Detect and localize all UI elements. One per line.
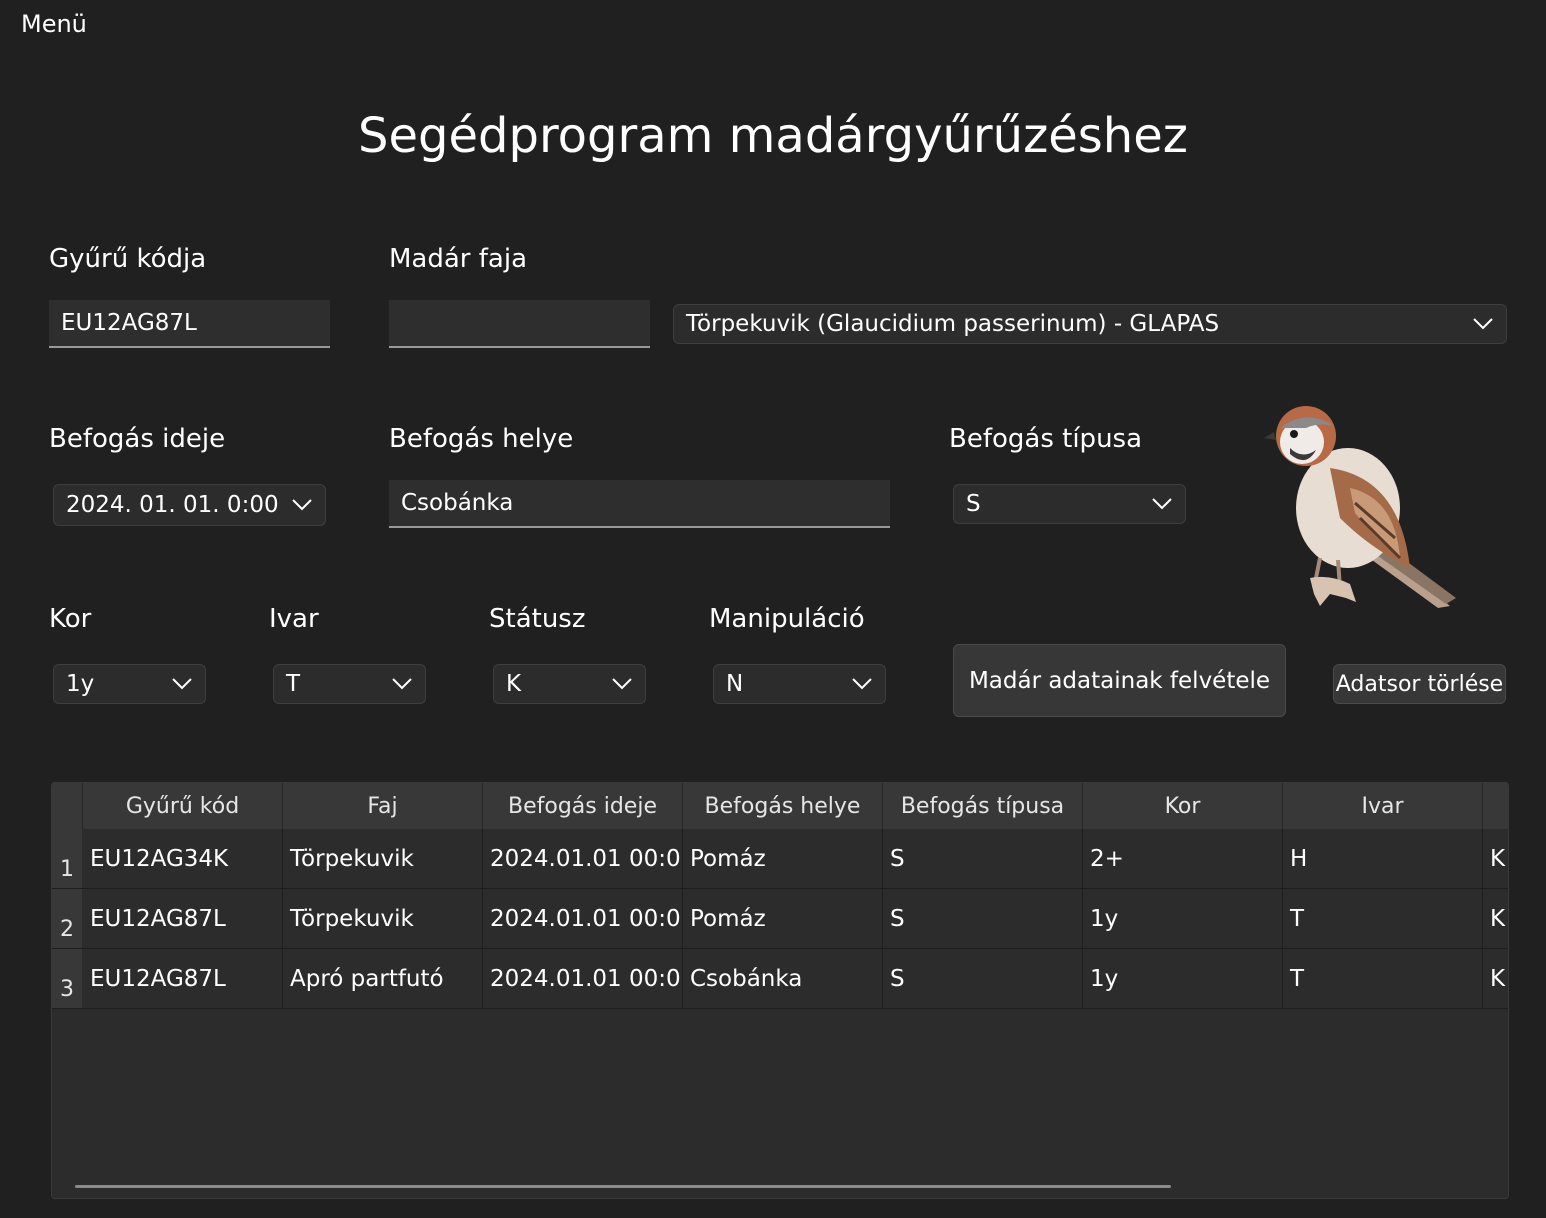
table-cell[interactable]: Apró partfutó [283, 949, 483, 1008]
table-cell[interactable]: Csobánka [683, 949, 883, 1008]
species-label: Madár faja [389, 244, 527, 274]
age-value: 1y [66, 671, 95, 697]
table-cell[interactable]: Pomáz [683, 829, 883, 888]
manipulation-dropdown[interactable]: N [713, 664, 886, 704]
app-title: Segédprogram madárgyűrűzéshez [358, 108, 1188, 164]
table-cell[interactable]: 2024.01.01 00:00 [483, 889, 683, 948]
manipulation-label: Manipuláció [709, 604, 865, 634]
row-number[interactable]: 1 [52, 829, 82, 888]
table-cell[interactable]: K [1483, 829, 1508, 888]
sex-label: Ivar [269, 604, 319, 634]
table-cell[interactable]: EU12AG87L [83, 889, 283, 948]
age-dropdown[interactable]: 1y [53, 664, 206, 704]
status-label: Státusz [489, 604, 586, 634]
status-dropdown[interactable]: K [493, 664, 646, 704]
table-cell[interactable]: K [1483, 889, 1508, 948]
species-search-input[interactable] [389, 300, 650, 348]
capture-type-dropdown[interactable]: S [953, 484, 1186, 524]
capture-place-label: Befogás helye [389, 424, 574, 454]
table-cell[interactable]: K [1483, 949, 1508, 1008]
add-bird-button[interactable]: Madár adatainak felvétele [953, 644, 1286, 717]
column-header[interactable]: Befogás típusa [883, 783, 1083, 829]
table-row[interactable]: 2 EU12AG87L Törpekuvik 2024.01.01 00:00 … [52, 889, 1508, 949]
table-cell[interactable]: 2024.01.01 00:00 [483, 949, 683, 1008]
table-cell[interactable]: EU12AG34K [83, 829, 283, 888]
chevron-down-icon [1151, 493, 1173, 515]
chevron-down-icon [391, 673, 413, 695]
table-cell[interactable]: EU12AG87L [83, 949, 283, 1008]
delete-row-button[interactable]: Adatsor törlése [1333, 664, 1506, 704]
capture-type-value: S [966, 491, 981, 517]
column-header[interactable]: Kor [1083, 783, 1283, 829]
table-cell[interactable]: 1y [1083, 889, 1283, 948]
sex-value: T [286, 671, 301, 697]
table-cell[interactable]: T [1283, 949, 1483, 1008]
age-label: Kor [49, 604, 92, 634]
manipulation-value: N [726, 671, 744, 697]
corner-header [52, 783, 83, 829]
capture-time-picker[interactable]: 2024. 01. 01. 0:00 [53, 484, 326, 526]
sex-dropdown[interactable]: T [273, 664, 426, 704]
table-cell[interactable]: 1y [1083, 949, 1283, 1008]
table-cell[interactable]: H [1283, 829, 1483, 888]
species-dropdown-value: Törpekuvik (Glaucidium passerinum) - GLA… [686, 311, 1220, 337]
table-cell[interactable]: S [883, 889, 1083, 948]
column-header[interactable]: Befogás helye [683, 783, 883, 829]
column-header[interactable]: Befogás ideje [483, 783, 683, 829]
column-header[interactable]: Faj [283, 783, 483, 829]
capture-time-value: 2024. 01. 01. 0:00 [66, 492, 279, 518]
chevron-down-icon [611, 673, 633, 695]
sparrow-illustration [1260, 398, 1460, 610]
capture-time-label: Befogás ideje [49, 424, 226, 454]
chevron-down-icon [291, 494, 313, 516]
menu-button[interactable]: Menü [21, 10, 87, 38]
table-cell[interactable]: Törpekuvik [283, 829, 483, 888]
species-dropdown[interactable]: Törpekuvik (Glaucidium passerinum) - GLA… [673, 304, 1507, 344]
column-header[interactable]: Gyűrű kód [83, 783, 283, 829]
table-cell[interactable]: T [1283, 889, 1483, 948]
table-cell[interactable]: Törpekuvik [283, 889, 483, 948]
chevron-down-icon [171, 673, 193, 695]
ring-code-input[interactable]: EU12AG87L [49, 300, 330, 348]
table-row[interactable]: 1 EU12AG34K Törpekuvik 2024.01.01 00:00 … [52, 829, 1508, 889]
row-number[interactable]: 3 [52, 949, 82, 1008]
chevron-down-icon [1472, 313, 1494, 335]
table-cell[interactable]: S [883, 949, 1083, 1008]
ring-code-label: Gyűrű kódja [49, 244, 207, 274]
table-cell[interactable]: Pomáz [683, 889, 883, 948]
horizontal-scrollbar[interactable] [75, 1185, 1171, 1188]
table-cell[interactable]: S [883, 829, 1083, 888]
data-grid[interactable]: Gyűrű kód Faj Befogás ideje Befogás hely… [51, 782, 1509, 1199]
row-number[interactable]: 2 [52, 889, 82, 948]
capture-place-input[interactable]: Csobánka [389, 480, 890, 528]
table-row[interactable]: 3 EU12AG87L Apró partfutó 2024.01.01 00:… [52, 949, 1508, 1009]
column-header[interactable]: Ivar [1283, 783, 1483, 829]
table-cell[interactable]: 2+ [1083, 829, 1283, 888]
chevron-down-icon [851, 673, 873, 695]
status-value: K [506, 671, 522, 697]
table-cell[interactable]: 2024.01.01 00:00 [483, 829, 683, 888]
column-header[interactable] [1483, 783, 1508, 829]
capture-type-label: Befogás típusa [949, 424, 1143, 454]
table-header: Gyűrű kód Faj Befogás ideje Befogás hely… [52, 783, 1508, 829]
